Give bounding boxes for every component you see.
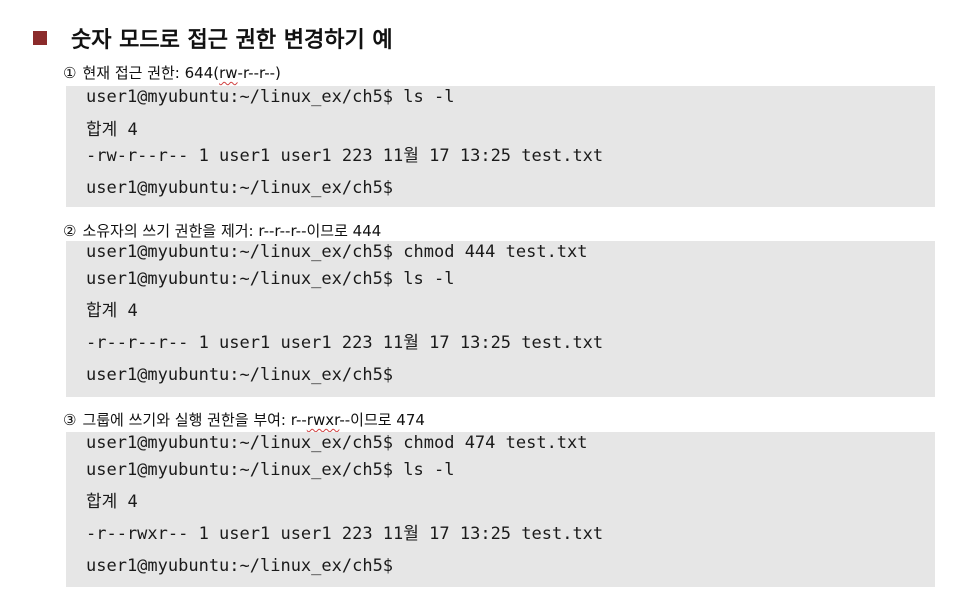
step-1-text-tail: -r--r--) bbox=[237, 64, 281, 82]
terminal-line: -r--rwxr-- 1 user1 user1 223 11월 17 13:2… bbox=[86, 524, 604, 544]
terminal-line: user1@myubuntu:~/linux_ex/ch5$ chmod 474… bbox=[86, 433, 588, 453]
step-3-text-tail: --이므로 474 bbox=[339, 411, 425, 429]
step-3-text-marked: rwxr bbox=[306, 411, 340, 429]
terminal-line: 합계 4 bbox=[86, 492, 138, 512]
step-1-text: 현재 접근 권한: 644( bbox=[82, 64, 220, 82]
terminal-line: user1@myubuntu:~/linux_ex/ch5$ bbox=[86, 178, 394, 198]
step-2-text: 소유자의 쓰기 권한을 제거: r--r--r--이므로 444 bbox=[82, 222, 382, 240]
step-2-terminal-block: user1@myubuntu:~/linux_ex/ch5$ chmod 444… bbox=[66, 241, 935, 397]
slide-title: 숫자 모드로 접근 권한 변경하기 예 bbox=[71, 28, 393, 53]
slide-title-row: 숫자 모드로 접근 권한 변경하기 예 bbox=[33, 22, 393, 54]
square-bullet-icon bbox=[33, 31, 47, 45]
terminal-line: -rw-r--r-- 1 user1 user1 223 11월 17 13:2… bbox=[86, 146, 604, 166]
step-3-text: 그룹에 쓰기와 실행 권한을 부여: r-- bbox=[82, 411, 307, 429]
terminal-line: user1@myubuntu:~/linux_ex/ch5$ ls -l bbox=[86, 269, 455, 289]
terminal-line: user1@myubuntu:~/linux_ex/ch5$ bbox=[86, 365, 394, 385]
step-2-caption: ② 소유자의 쓰기 권한을 제거: r--r--r--이므로 444 bbox=[63, 221, 381, 241]
step-3-terminal-block: user1@myubuntu:~/linux_ex/ch5$ chmod 474… bbox=[66, 432, 935, 587]
step-1-terminal-block: user1@myubuntu:~/linux_ex/ch5$ ls -l 합계 … bbox=[66, 86, 935, 207]
step-3-number: ③ bbox=[63, 411, 77, 429]
step-2-number: ② bbox=[63, 222, 77, 240]
step-3-caption: ③ 그룹에 쓰기와 실행 권한을 부여: r--rwxr--이므로 474 bbox=[63, 410, 425, 430]
terminal-line: user1@myubuntu:~/linux_ex/ch5$ bbox=[86, 556, 394, 576]
terminal-line: user1@myubuntu:~/linux_ex/ch5$ chmod 444… bbox=[86, 242, 588, 262]
terminal-line: -r--r--r-- 1 user1 user1 223 11월 17 13:2… bbox=[86, 333, 604, 353]
terminal-line: user1@myubuntu:~/linux_ex/ch5$ ls -l bbox=[86, 460, 455, 480]
step-1-caption: ① 현재 접근 권한: 644(rw-r--r--) bbox=[63, 63, 281, 83]
step-1-text-marked: rw bbox=[219, 64, 238, 82]
terminal-line: 합계 4 bbox=[86, 120, 138, 140]
terminal-line: 합계 4 bbox=[86, 301, 138, 321]
terminal-line: user1@myubuntu:~/linux_ex/ch5$ ls -l bbox=[86, 87, 455, 107]
step-1-number: ① bbox=[63, 64, 77, 82]
